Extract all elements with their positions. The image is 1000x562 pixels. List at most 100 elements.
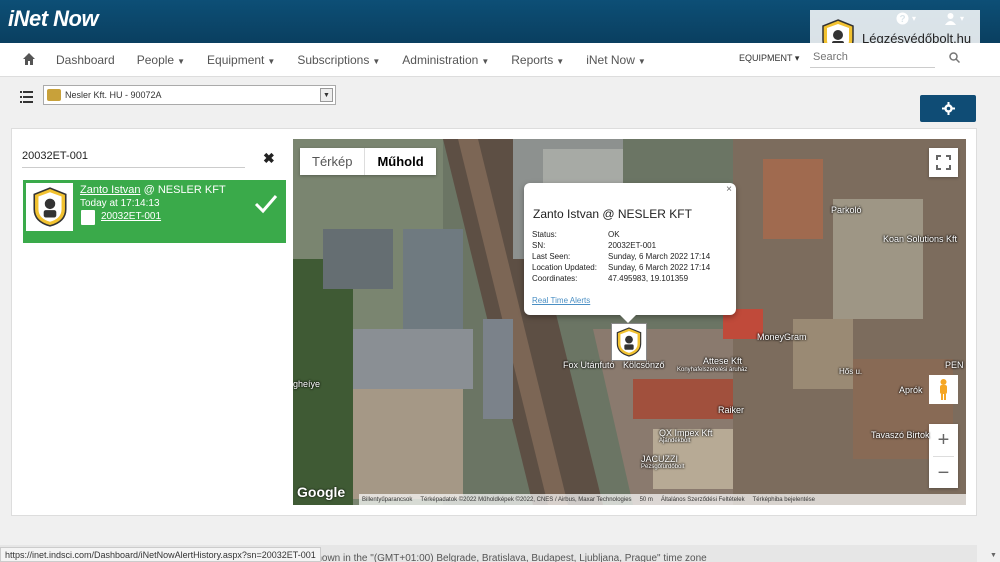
map-label: Aprók bbox=[899, 385, 923, 395]
map-label: Koan Solutions Kft bbox=[883, 234, 958, 244]
map-label: Parkoló bbox=[831, 205, 862, 215]
nav-equipment[interactable]: Equipment ▼ bbox=[207, 53, 275, 67]
scale-label: 50 m bbox=[639, 496, 653, 503]
result-company: @ NESLER KFT bbox=[140, 184, 226, 196]
map-label: gheíye bbox=[293, 379, 321, 389]
map-label: Kölcsönző bbox=[623, 360, 665, 370]
nav-reports-label: Reports bbox=[511, 53, 554, 67]
nav-people-label: People bbox=[136, 53, 175, 67]
map-label: QX Impex Kft bbox=[659, 428, 713, 438]
map-label: JACUZZI bbox=[641, 454, 678, 464]
info-key: Last Seen: bbox=[532, 252, 571, 261]
company-select-value: Nesler Kft. HU - 90072A bbox=[65, 90, 162, 100]
chevron-down-icon[interactable]: ▼ bbox=[320, 88, 333, 102]
avatar bbox=[26, 183, 73, 231]
chevron-down-icon: ▼ bbox=[481, 57, 490, 66]
info-row: Coordinates: 47.495983, 19.101359 bbox=[532, 273, 710, 284]
clear-search-button[interactable]: ✖ bbox=[263, 150, 275, 167]
settings-button[interactable] bbox=[920, 95, 976, 122]
map-marker[interactable] bbox=[611, 323, 647, 361]
info-key: Coordinates: bbox=[532, 274, 578, 283]
nav-administration[interactable]: Administration ▼ bbox=[402, 53, 489, 67]
info-value: 47.495983, 19.101359 bbox=[608, 274, 689, 283]
map-attribution: Billentyűparancsok Térképadatok ©2022 Mű… bbox=[359, 494, 966, 505]
map-type-muhold[interactable]: Műhold bbox=[364, 148, 435, 175]
search-scope-dropdown[interactable]: EQUIPMENT ▾ bbox=[739, 53, 799, 64]
chevron-down-icon: ▼ bbox=[372, 57, 381, 66]
info-row: Status: OK bbox=[532, 229, 710, 240]
info-row: Last Seen: Sunday, 6 March 2022 17:14 bbox=[532, 251, 710, 262]
street-view-pegman[interactable] bbox=[929, 375, 958, 404]
search-scope-label: EQUIPMENT bbox=[739, 53, 793, 63]
nav-reports[interactable]: Reports ▼ bbox=[511, 53, 564, 67]
map-label: Konyhafelszerelési áruház bbox=[677, 367, 748, 373]
list-icon[interactable] bbox=[20, 91, 33, 103]
info-table: Status: OK SN: 20032ET-001 Last Seen: Sunda… bbox=[532, 229, 710, 284]
user-link[interactable]: Zanto Istvan bbox=[80, 184, 141, 196]
nav-inetnow-label: iNet Now bbox=[586, 53, 635, 67]
chevron-down-icon: ▼ bbox=[267, 57, 276, 66]
search-icon[interactable] bbox=[949, 52, 960, 63]
result-name: Zanto Istvan @ NESLER KFT bbox=[80, 184, 226, 196]
result-card[interactable]: Zanto Istvan @ NESLER KFT Today at 17:14… bbox=[23, 180, 286, 243]
google-logo: Google bbox=[297, 484, 346, 500]
map-label: Tavaszó Birtok bbox=[871, 430, 930, 440]
check-icon bbox=[254, 195, 278, 214]
info-key: SN: bbox=[532, 241, 546, 250]
pegman-icon bbox=[940, 379, 947, 400]
keyboard-shortcuts-link[interactable]: Billentyűparancsok bbox=[362, 497, 412, 503]
map-label: Attese Kft bbox=[703, 356, 743, 366]
gear-icon bbox=[941, 102, 955, 115]
close-icon[interactable]: × bbox=[726, 184, 732, 195]
device-icon bbox=[81, 210, 95, 225]
equipment-link[interactable]: 20032ET-001 bbox=[101, 211, 161, 222]
info-value: OK bbox=[608, 230, 620, 239]
search-input[interactable] bbox=[810, 46, 935, 68]
scroll-down-icon[interactable]: ▼ bbox=[990, 552, 997, 559]
map-type-terkep[interactable]: Térkép bbox=[300, 148, 365, 175]
report-error-link[interactable]: Térképhiba bejelentése bbox=[753, 497, 815, 503]
info-key: Status: bbox=[532, 230, 557, 239]
equipment-search-field[interactable]: 20032ET-001 bbox=[22, 150, 245, 168]
map-data-text: Térképadatok ©2022 Műholdképek ©2022, CN… bbox=[420, 496, 632, 503]
info-value: 20032ET-001 bbox=[608, 241, 657, 250]
shield-icon bbox=[616, 327, 642, 357]
fullscreen-icon bbox=[936, 155, 951, 170]
nav-administration-label: Administration bbox=[402, 53, 479, 67]
map-label: Pezsgőfürdőbolt bbox=[641, 464, 685, 470]
status-bar-url: https://inet.indsci.com/Dashboard/iNetNo… bbox=[0, 547, 321, 562]
nav-subscriptions-label: Subscriptions bbox=[297, 53, 370, 67]
map-label: Fox Utánfutó bbox=[563, 360, 615, 370]
nav-inetnow[interactable]: iNet Now ▼ bbox=[586, 53, 646, 67]
fullscreen-button[interactable] bbox=[929, 148, 958, 177]
info-value: Sunday, 6 March 2022 17:14 bbox=[608, 263, 711, 272]
home-icon[interactable] bbox=[22, 52, 36, 66]
map-label: Raiker bbox=[718, 405, 745, 415]
company-select[interactable]: Nesler Kft. HU - 90072A ▼ bbox=[43, 85, 336, 105]
shield-icon bbox=[32, 187, 67, 227]
map-label: MoneyGram bbox=[757, 332, 807, 342]
zoom-in-button[interactable]: + bbox=[929, 424, 958, 456]
nav-dashboard[interactable]: Dashboard bbox=[56, 53, 115, 67]
info-row: Location Updated: Sunday, 6 March 2022 17… bbox=[532, 262, 710, 273]
map-type-switch: Térkép Műhold bbox=[300, 148, 436, 175]
info-key: Location Updated: bbox=[532, 263, 597, 272]
company-icon bbox=[47, 89, 61, 101]
chevron-down-icon: ▼ bbox=[637, 57, 646, 66]
nav-people[interactable]: People ▼ bbox=[137, 53, 185, 67]
real-time-alerts-link[interactable]: Real Time Alerts bbox=[532, 296, 590, 305]
map-info-window: × Zanto Istvan @ NESLER KFT Status: OK SN… bbox=[524, 183, 736, 323]
zoom-out-button[interactable]: − bbox=[929, 457, 958, 489]
app-logo[interactable]: iNet Now bbox=[8, 6, 99, 32]
map-label: Ajándékbolt bbox=[659, 438, 691, 444]
info-row: SN: 20032ET-001 bbox=[532, 240, 710, 251]
info-title: Zanto Istvan @ NESLER KFT bbox=[533, 207, 692, 221]
zoom-control: + − bbox=[929, 424, 958, 488]
chevron-down-icon: ▼ bbox=[556, 57, 565, 66]
map-label: PEN bbox=[945, 360, 964, 370]
nav-equipment-label: Equipment bbox=[207, 53, 265, 67]
map-label: Hős u. bbox=[839, 367, 863, 376]
result-time: Today at 17:14:13 bbox=[80, 198, 160, 209]
terms-link[interactable]: Általános Szerződési Feltételek bbox=[661, 497, 745, 503]
nav-subscriptions[interactable]: Subscriptions ▼ bbox=[297, 53, 380, 67]
